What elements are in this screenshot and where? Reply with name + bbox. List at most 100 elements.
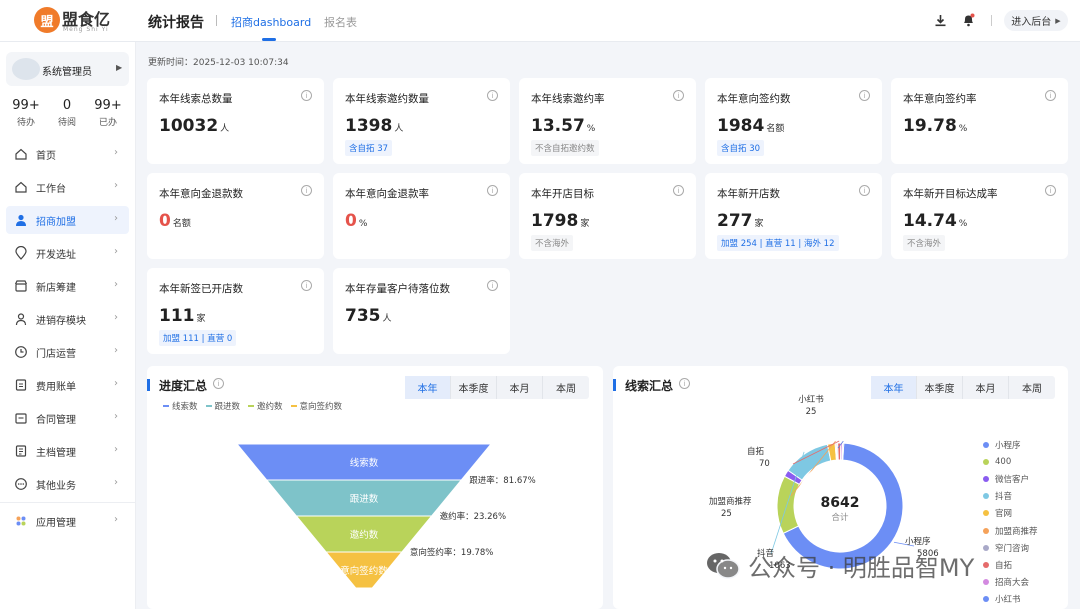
sidebar-item-label: 新店筹建 [36, 283, 76, 294]
file-icon [14, 444, 28, 458]
stat-done[interactable]: 99+ 已办 [88, 98, 128, 128]
sidebar-item[interactable]: 开发选址 › [6, 239, 129, 267]
stat-to-read[interactable]: 0 待阅 [47, 98, 87, 128]
sidebar-item[interactable]: 主档管理 › [6, 437, 129, 465]
sidebar-item-label: 工作台 [36, 184, 66, 195]
funnel-layer-label: 意向签约数 [340, 565, 388, 577]
kpi-card: 本年新签已开店数 i 111 家加盟 111 | 直营 0 [147, 268, 324, 354]
sidebar-item[interactable]: 应用管理 › [6, 507, 129, 535]
user-card[interactable]: 系统管理员 ▶ [6, 52, 129, 86]
user-icon [14, 213, 28, 227]
kpi-card-tag: 含自拓 37 [345, 140, 393, 156]
chevron-right-icon: ▶ [1055, 16, 1061, 25]
legend-swatch [983, 579, 989, 586]
sidebar-item-label: 开发选址 [36, 250, 76, 261]
kpi-card-tag: 加盟 254 | 直营 11 | 海外 12 [717, 235, 839, 251]
kpi-card-tag: 含自拓 30 [717, 140, 765, 156]
sidebar-item[interactable]: 其他业务 › [6, 470, 129, 498]
sidebar-item[interactable]: 首页 › [6, 140, 129, 168]
funnel-layer-label: 跟进数 [350, 493, 379, 505]
kpi-card-title: 本年意向金退款数 [159, 188, 243, 200]
legend-item[interactable]: 400 [983, 453, 1038, 470]
sidebar-item[interactable]: 合同管理 › [6, 404, 129, 432]
legend-item[interactable]: 官网 [983, 505, 1038, 522]
updated-time: 更新时间：2025-12-03 10:07:34 [148, 58, 289, 68]
info-icon[interactable]: i [859, 90, 870, 101]
bell-icon[interactable] [960, 12, 976, 28]
funnel-rate-label: 跟进率：81.67% [469, 475, 535, 486]
kpi-card: 本年线索邀约率 i 13.57% 不含自拓邀约数 [519, 78, 696, 164]
legend-swatch [983, 475, 989, 482]
kpi-card-value: 1984 名额 [717, 116, 785, 136]
tab-recruit-dashboard[interactable]: 招商dashboard [231, 14, 311, 30]
sidebar-item[interactable]: 进销存模块 › [6, 305, 129, 333]
chevron-right-icon: › [114, 213, 118, 224]
kpi-card: 本年意向签约率 i 19.78% [891, 78, 1068, 164]
chevron-right-icon: › [114, 180, 118, 191]
kpi-card-title: 本年线索总数量 [159, 93, 233, 105]
chevron-right-icon: › [114, 279, 118, 290]
workbench-icon [14, 180, 28, 194]
legend-swatch [983, 493, 989, 500]
info-icon[interactable]: i [301, 280, 312, 291]
sidebar-item[interactable]: 工作台 › [6, 173, 129, 201]
funnel-rate-label: 意向签约率：19.78% [410, 547, 493, 558]
kpi-card-unit: 家 [754, 219, 764, 229]
legend-item[interactable]: 小程序 [983, 436, 1038, 453]
info-icon[interactable]: i [1045, 90, 1056, 101]
donut-total-label: 合计 [831, 512, 849, 523]
menu-divider [0, 502, 136, 503]
legend-item[interactable]: 微信客户 [983, 470, 1038, 487]
info-icon[interactable]: i [673, 90, 684, 101]
legend-item[interactable]: 自拓 [983, 556, 1038, 573]
kpi-card-tag: 不含自拓邀约数 [531, 140, 599, 156]
tab-registration[interactable]: 报名表 [324, 14, 357, 30]
kpi-card-value: 1798 家 [531, 211, 590, 231]
enter-backend-button[interactable]: 进入后台 ▶ [1004, 10, 1068, 31]
info-icon[interactable]: i [301, 90, 312, 101]
info-icon[interactable]: i [487, 90, 498, 101]
page-title: 统计报告 [148, 15, 204, 31]
legend-item[interactable]: 加盟商推荐 [983, 522, 1038, 539]
info-icon[interactable]: i [1045, 185, 1056, 196]
sidebar-item[interactable]: 门店运营 › [6, 338, 129, 366]
legend-item[interactable]: 抖音 [983, 488, 1038, 505]
sidebar-item-label: 应用管理 [36, 518, 76, 529]
brand-logo[interactable]: 盟 [34, 7, 60, 33]
kpi-card-title: 本年线索邀约数量 [345, 93, 429, 105]
kpi-card-unit: 家 [580, 219, 590, 229]
stat-todo[interactable]: 99+ 待办 [6, 98, 46, 128]
legend-item[interactable]: 小红书 [983, 591, 1038, 608]
top-bar: 盟 盟食亿 Meng Shi Yi 统计报告 招商dashboard 报名表 进… [0, 0, 1080, 42]
kpi-card: 本年意向金退款数 i 0 名额 [147, 173, 324, 259]
info-icon[interactable]: i [301, 185, 312, 196]
kpi-card-tag: 不含海外 [903, 235, 946, 251]
chevron-right-icon: › [114, 444, 118, 455]
kpi-card-value: 19.78% [903, 116, 968, 136]
info-icon[interactable]: i [673, 185, 684, 196]
kpi-card-tag: 加盟 111 | 直营 0 [159, 330, 237, 346]
sidebar-item[interactable]: 新店筹建 › [6, 272, 129, 300]
sidebar-item-label: 费用账单 [36, 382, 76, 393]
kpi-card-title: 本年新开目标达成率 [903, 188, 998, 200]
clue-legend: 小程序 400 微信客户 抖音 官网 加盟商推荐 窄门咨询 自拓 招商大会 小红书 [983, 436, 1038, 608]
sidebar-item[interactable]: 招商加盟 › [6, 206, 129, 234]
legend-swatch [983, 544, 989, 551]
legend-item[interactable]: 招商大会 [983, 574, 1038, 591]
chevron-right-icon: › [114, 514, 118, 525]
legend-item[interactable]: 窄门咨询 [983, 539, 1038, 556]
kpi-card-unit: 名额 [766, 124, 785, 134]
kpi-card: 本年存量客户待落位数 i 735 人 [333, 268, 510, 354]
chevron-right-icon: › [114, 411, 118, 422]
kpi-card-unit: % [586, 124, 596, 134]
info-icon[interactable]: i [487, 185, 498, 196]
kpi-card-unit: 人 [220, 124, 230, 134]
info-icon[interactable]: i [487, 280, 498, 291]
download-icon[interactable] [932, 12, 948, 28]
kpi-card-title: 本年存量客户待落位数 [345, 283, 450, 295]
legend-swatch [983, 458, 989, 465]
active-tab-indicator [262, 38, 276, 41]
header-divider-right [991, 15, 992, 26]
info-icon[interactable]: i [859, 185, 870, 196]
sidebar-item[interactable]: 费用账单 › [6, 371, 129, 399]
